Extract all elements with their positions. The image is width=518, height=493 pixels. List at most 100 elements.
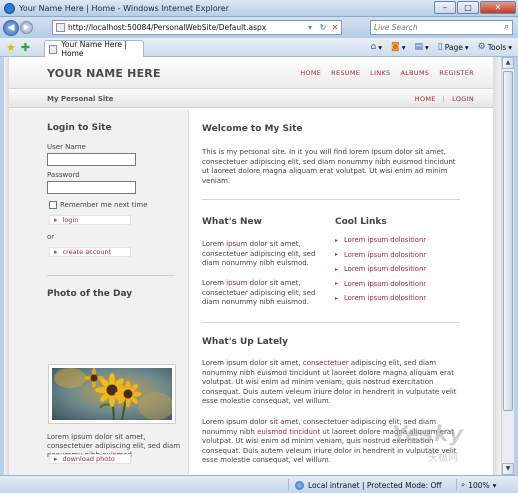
login-button[interactable]: ▸ login — [49, 215, 131, 225]
page-menu-label: Page — [444, 42, 463, 52]
scroll-thumb[interactable] — [503, 71, 513, 411]
nav-home[interactable]: HOME — [300, 69, 321, 77]
cool-link[interactable]: ▸ Lorem ipsum dolositionr — [335, 277, 426, 292]
news-item-text: Lorem — [202, 240, 227, 248]
back-button[interactable]: ◀ — [3, 19, 19, 36]
vertical-scrollbar[interactable]: ▲ ▼ — [501, 57, 514, 475]
command-bar: ⌂ ▾ ◙ ▾ ▤ ▾ ▯ Page ▾ ⚙ Tools ▾ — [371, 42, 512, 52]
refresh-icon[interactable]: ↻ — [317, 23, 329, 32]
password-input[interactable] — [47, 181, 136, 194]
cool-link[interactable]: ▸ Lorem ipsum dolositionr — [335, 291, 426, 306]
scroll-down-icon[interactable]: ▼ — [502, 463, 514, 475]
main-content: Welcome to My Site This is my personal s… — [190, 109, 493, 475]
tab-home[interactable]: Your Name Here | Home — [44, 40, 144, 58]
sub-nav: HOME | LOGIN — [415, 95, 474, 103]
remember-me-label: Remember me next time — [60, 201, 148, 209]
cool-link[interactable]: ▸ Lorem ipsum dolositionr — [335, 262, 426, 277]
news-item-text: Lorem — [202, 279, 227, 287]
news-item-link[interactable]: ipsum — [226, 279, 247, 287]
search-icon[interactable]: ⌕ — [504, 22, 509, 32]
forward-button[interactable]: ▶ — [20, 21, 33, 34]
login-button-label: login — [62, 216, 79, 224]
subnav-login[interactable]: LOGIN — [452, 95, 474, 103]
cool-link-label: Lorem ipsum dolositionr — [344, 250, 427, 259]
window-controls: – □ ✕ — [434, 1, 516, 14]
create-account-label: create account — [62, 248, 112, 256]
feeds-button[interactable]: ◙ ▾ — [391, 42, 406, 52]
welcome-text: This is my personal site. In it you will… — [202, 148, 456, 185]
address-url[interactable]: http://localhost:50084/PersonalWebSite/D… — [68, 23, 303, 32]
whats-up-heading: What's Up Lately — [202, 337, 289, 347]
security-zone[interactable]: Local intranet | Protected Mode: Off — [288, 479, 442, 491]
photo-heading: Photo of the Day — [47, 289, 133, 299]
gear-icon: ⚙ — [477, 42, 486, 52]
web-viewport: YOUR NAME HERE HOME RESUME LINKS ALBUMS … — [4, 57, 501, 475]
arrow-right-icon: ▸ — [54, 216, 58, 224]
go-dropdown-icon[interactable]: ▾ — [303, 23, 317, 32]
update-paragraph: Lorem ipsum dolor sit amet, consectetuer… — [202, 359, 464, 407]
subnav-home[interactable]: HOME — [415, 95, 436, 103]
search-input[interactable] — [371, 23, 486, 32]
favorites-star-icon[interactable]: ★ — [6, 41, 16, 54]
sidebar: Login to Site User Name Password Remembe… — [9, 109, 189, 475]
password-label: Password — [47, 171, 80, 179]
whats-new-heading: What's New — [202, 217, 262, 227]
sub-header: My Personal Site HOME | LOGIN — [9, 90, 493, 108]
nav-links[interactable]: LINKS — [370, 69, 390, 77]
bullet-icon: ▸ — [335, 294, 339, 302]
or-text: or — [47, 233, 55, 241]
cool-link[interactable]: ▸ Lorem ipsum dolositionr — [335, 233, 426, 248]
tools-menu-label: Tools — [487, 42, 507, 52]
download-photo-button[interactable]: ▸ download photo — [49, 454, 131, 464]
feeds-icon: ◙ — [391, 42, 400, 52]
page-icon: ▯ — [437, 42, 443, 52]
create-account-button[interactable]: ▸ create account — [49, 247, 131, 257]
tools-menu[interactable]: ⚙ Tools ▾ — [478, 42, 512, 52]
page-icon — [49, 44, 58, 54]
news-item: Lorem ipsum dolor sit amet, consectetuer… — [202, 240, 320, 269]
page-menu[interactable]: ▯ Page ▾ — [438, 42, 469, 52]
site-tagline: My Personal Site — [47, 95, 114, 103]
cool-link-label: Lorem ipsum dolositionr — [344, 279, 427, 288]
photo-of-the-day[interactable] — [49, 365, 175, 423]
chevron-down-icon: ▾ — [492, 480, 497, 490]
cool-links-list: ▸ Lorem ipsum dolositionr ▸ Lorem ipsum do… — [335, 233, 426, 306]
cool-link[interactable]: ▸ Lorem ipsum dolositionr — [335, 248, 426, 263]
maximize-button[interactable]: □ — [457, 1, 479, 14]
nav-resume[interactable]: RESUME — [331, 69, 360, 77]
home-button[interactable]: ⌂ ▾ — [371, 42, 382, 52]
bullet-icon: ▸ — [335, 251, 339, 259]
arrow-right-icon: ▸ — [54, 248, 58, 256]
content-divider — [202, 322, 460, 323]
navigation-bar: ◀ ▶ http://localhost:50084/PersonalWebSi… — [0, 17, 518, 38]
address-field[interactable]: http://localhost:50084/PersonalWebSite/D… — [52, 20, 342, 35]
stop-icon[interactable]: ✕ — [329, 23, 341, 32]
news-item-link[interactable]: ipsum — [226, 240, 247, 248]
login-heading: Login to Site — [47, 123, 112, 133]
tab-label: Your Name Here | Home — [61, 40, 127, 58]
update-link[interactable]: consectetuer — [303, 359, 349, 367]
print-button[interactable]: ▤ ▾ — [415, 42, 429, 52]
zoom-icon: ⌕ — [461, 480, 466, 489]
search-box[interactable]: ⌕ — [370, 20, 513, 35]
scroll-up-icon[interactable]: ▲ — [502, 57, 514, 69]
user-name-input[interactable] — [47, 153, 136, 166]
tab-bar: ★ ✚ Your Name Here | Home ⌂ ▾ ◙ ▾ ▤ ▾ ▯ Page… — [0, 38, 518, 58]
close-button[interactable]: ✕ — [480, 1, 516, 14]
site-title: YOUR NAME HERE — [47, 67, 161, 80]
nav-albums[interactable]: ALBUMS — [400, 69, 429, 77]
news-item: Lorem ipsum dolor sit amet, consectetuer… — [202, 279, 320, 308]
nav-register[interactable]: REGISTER — [439, 69, 474, 77]
yesky-watermark: Yesky — [392, 422, 464, 446]
subnav-separator: | — [442, 95, 446, 103]
zoom-control[interactable]: ⌕ 100% ▾ — [456, 479, 496, 491]
minimize-button[interactable]: – — [434, 1, 456, 14]
user-name-label: User Name — [47, 143, 86, 151]
remember-me-checkbox[interactable] — [49, 201, 57, 209]
globe-icon — [295, 480, 304, 490]
bullet-icon: ▸ — [335, 265, 339, 273]
add-favorites-icon[interactable]: ✚ — [21, 41, 30, 54]
update-link[interactable]: euismod tincidunt ut — [257, 428, 330, 436]
sidebar-divider — [47, 275, 175, 276]
site-header: YOUR NAME HERE HOME RESUME LINKS ALBUMS … — [9, 57, 493, 89]
